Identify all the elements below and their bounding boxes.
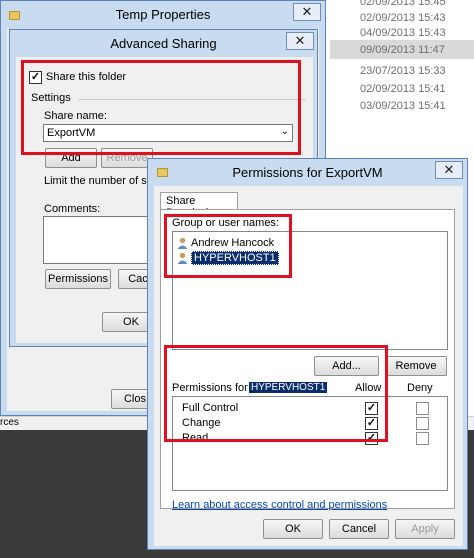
close-icon[interactable]: ✕: [293, 3, 321, 21]
permissions-title: Permissions for ExportVM: [232, 165, 383, 180]
date-cell: 04/09/2013 15:43: [360, 27, 446, 39]
learn-access-link[interactable]: Learn about access control and permissio…: [172, 499, 387, 511]
permissions-button[interactable]: Permissions: [45, 269, 111, 289]
highlight-box-users: [164, 214, 292, 278]
strip-text: rces: [0, 417, 19, 428]
advanced-sharing-title: Advanced Sharing: [110, 36, 217, 51]
advanced-sharing-titlebar[interactable]: Advanced Sharing ✕: [10, 30, 317, 56]
date-cell: 02/09/2013 15:45: [360, 0, 446, 8]
apply-button: Apply: [395, 519, 455, 539]
deny-change-checkbox[interactable]: [416, 417, 429, 430]
cancel-button[interactable]: Cancel: [329, 519, 389, 539]
comments-textarea[interactable]: [43, 216, 163, 264]
temp-properties-titlebar[interactable]: Temp Properties ✕: [1, 1, 325, 27]
ok-button[interactable]: OK: [263, 519, 323, 539]
remove-user-button[interactable]: Remove: [385, 356, 447, 376]
date-cell: 03/09/2013 15:41: [360, 100, 446, 112]
date-cell: 02/09/2013 15:41: [360, 83, 446, 95]
deny-read-checkbox[interactable]: [416, 432, 429, 445]
close-icon[interactable]: ✕: [286, 32, 314, 50]
highlight-box-share-settings: [21, 60, 301, 155]
date-cell: 23/07/2013 15:33: [360, 65, 446, 77]
tab-share-permissions[interactable]: Share Permissions: [160, 192, 238, 219]
highlight-box-permissions: [164, 345, 388, 442]
temp-properties-title: Temp Properties: [115, 7, 211, 22]
close-icon[interactable]: ✕: [435, 161, 463, 179]
date-cell: 09/09/2013 11:47: [360, 44, 445, 56]
deny-full-control-checkbox[interactable]: [416, 402, 429, 415]
deny-header: Deny: [407, 382, 433, 394]
permissions-titlebar[interactable]: Permissions for ExportVM ✕: [148, 159, 467, 185]
comments-label: Comments:: [44, 203, 101, 215]
date-cell: 02/09/2013 15:43: [360, 12, 446, 24]
